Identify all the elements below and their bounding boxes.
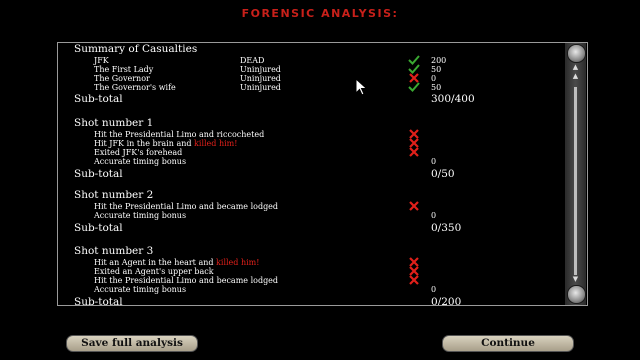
shot-line-text: Hit the Presidential Limo and riccochete… — [94, 130, 265, 139]
bonus-value: 0 — [431, 285, 437, 294]
scroll-down-arrow-icon[interactable]: ▼ — [565, 276, 586, 283]
shot-subtotal-value: 0/350 — [431, 222, 462, 234]
shot-subtotal-value: 0/50 — [431, 168, 455, 180]
analysis-content: Summary of Casualties JFK DEAD 200 The Firs… — [58, 43, 563, 305]
casualty-points: 50 — [431, 83, 442, 92]
scroll-down-button[interactable] — [567, 285, 586, 304]
shot-line-text: Exited an Agent's upper back — [94, 267, 214, 276]
kill-note: killed him! — [216, 258, 260, 267]
scroll-up-button[interactable] — [567, 44, 586, 63]
screen-title: FORENSIC ANALYSIS: — [241, 7, 399, 20]
cross-icon — [409, 275, 419, 285]
shot-line-text: Hit the Presidential Limo and became lod… — [94, 202, 279, 211]
shot-subtotal-label: Sub-total — [74, 222, 123, 234]
summary-subtotal-value: 300/400 — [431, 93, 475, 105]
shot-subtotal-value: 0/200 — [431, 296, 462, 305]
kill-note: killed him! — [194, 139, 238, 148]
shot-line-text: Exited JFK's forehead — [94, 148, 183, 157]
mouse-cursor-icon — [355, 78, 368, 96]
shot-line-text: Hit an Agent in the heart and — [94, 258, 217, 267]
shot-line-text: Accurate timing bonus — [94, 211, 187, 220]
scroll-up-arrow-icon[interactable]: ▲ — [565, 64, 586, 71]
casualty-status: Uninjured — [240, 83, 281, 92]
shot-line-text: Accurate timing bonus — [94, 157, 187, 166]
shot-line-text: Hit JFK in the brain and — [94, 139, 195, 148]
shot-heading: Shot number 2 — [74, 189, 154, 201]
shot-heading: Shot number 1 — [74, 117, 154, 129]
analysis-panel: Summary of Casualties JFK DEAD 200 The Firs… — [57, 42, 588, 306]
bonus-value: 0 — [431, 211, 437, 220]
check-icon — [408, 82, 420, 92]
cross-icon — [409, 147, 419, 157]
save-analysis-button[interactable]: Save full analysis — [66, 335, 198, 352]
scroll-up-arrow-icon[interactable]: ▲ — [565, 73, 586, 80]
bonus-value: 0 — [431, 157, 437, 166]
shot-line: Accurate timing bonus — [94, 157, 186, 167]
casualty-name: The Governor's wife — [94, 83, 176, 92]
shot-line: Accurate timing bonus — [94, 285, 186, 295]
shot-line-text: Accurate timing bonus — [94, 285, 187, 294]
shot-subtotal-label: Sub-total — [74, 168, 123, 180]
continue-button[interactable]: Continue — [442, 335, 574, 352]
cross-icon — [409, 201, 419, 211]
shot-line-text: Hit the Presidential Limo and became lod… — [94, 276, 279, 285]
scrollbar[interactable]: ▲ ▲ ▼ — [565, 43, 586, 305]
summary-heading: Summary of Casualties — [74, 43, 198, 55]
scroll-track[interactable] — [574, 87, 577, 275]
summary-subtotal-label: Sub-total — [74, 93, 123, 105]
shot-line: Accurate timing bonus — [94, 211, 186, 221]
shot-subtotal-label: Sub-total — [74, 296, 123, 305]
shot-heading: Shot number 3 — [74, 245, 154, 257]
